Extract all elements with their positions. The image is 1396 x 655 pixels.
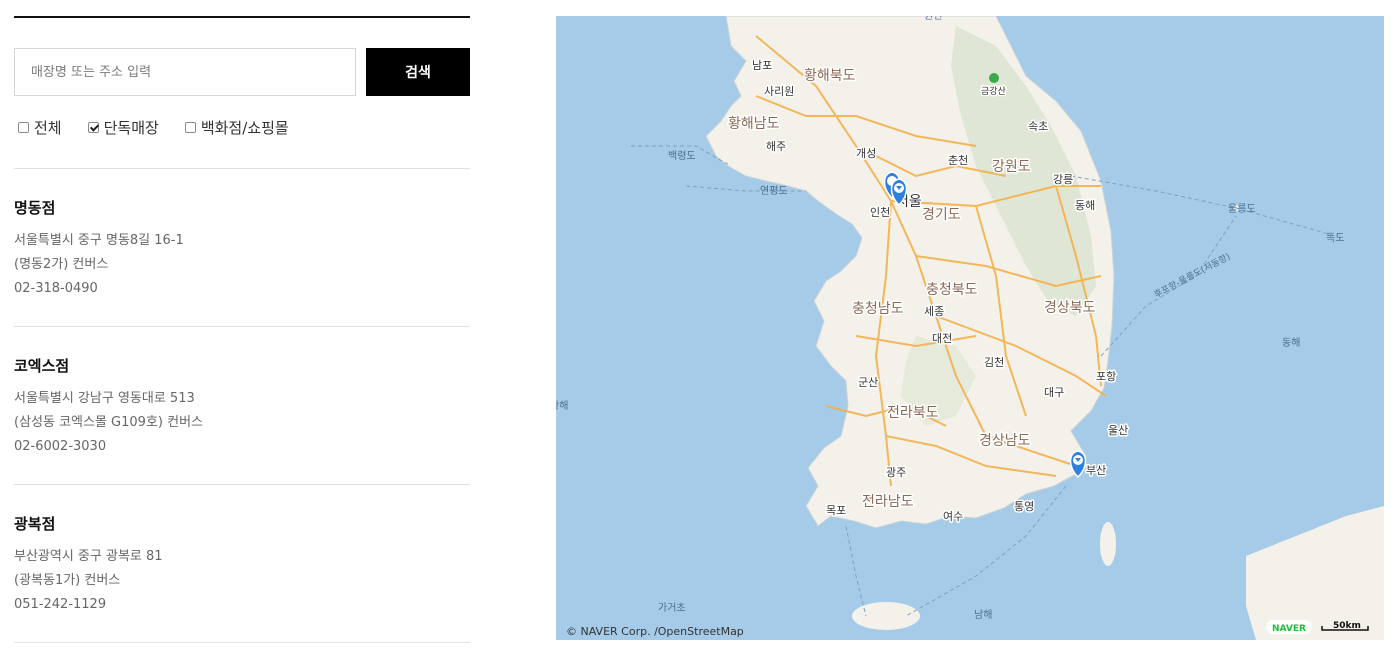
sea-label: 연평도 [760, 185, 788, 197]
city-label: 대구 [1044, 386, 1064, 399]
sea-label: 백령도 [668, 150, 696, 162]
city-label: 울산 [1108, 424, 1128, 437]
city-label: 춘천 [948, 153, 968, 167]
city-label: 통영 [1014, 500, 1034, 513]
filter-standalone-label: 단독매장 [103, 118, 159, 137]
checkbox-department[interactable] [184, 121, 196, 133]
sea-label: 동해 [1282, 336, 1300, 349]
list-divider [14, 484, 470, 485]
store-map[interactable]: 황해북도 황해남도 강원도 경기도 충청북도 충청남도 경상북도 전라북도 경상… [556, 16, 1384, 640]
city-label: 속초 [1028, 120, 1048, 133]
store-address: 서울특별시 중구 명동8길 16-1 [14, 233, 184, 248]
sea-label: 울릉도 [1228, 203, 1256, 215]
list-divider [14, 642, 470, 643]
province-label: 황해남도 [728, 116, 780, 132]
filter-group: 전체 단독매장 백화점/쇼핑몰 [18, 116, 315, 138]
filter-standalone[interactable]: 단독매장 [87, 117, 159, 138]
city-label: 목포 [826, 504, 846, 517]
store-address: 부산광역시 중구 광복로 81 [14, 549, 163, 564]
map-copyright: © NAVER Corp. /OpenStreetMap [566, 625, 744, 638]
sea-label: 황해 [556, 399, 568, 412]
sea-label: 가거초 [658, 602, 686, 614]
store-address: 서울특별시 강남구 영동대로 513 [14, 391, 195, 406]
checkbox-all[interactable] [18, 121, 29, 133]
city-label: 인천 [870, 205, 890, 219]
filter-all-label: 전체 [34, 118, 62, 137]
store-phone: 02-318-0490 [14, 281, 98, 296]
store-item-myeongdong[interactable]: 명동점 서울특별시 중구 명동8길 16-1 (명동2가) 컨버스 02-318… [14, 197, 470, 301]
search-input[interactable] [14, 48, 356, 96]
store-detail: (삼성동 코엑스몰 G109호) 컨버스 [14, 415, 203, 430]
sea-label: 남해 [974, 608, 992, 621]
filter-department[interactable]: 백화점/쇼핑몰 [184, 117, 289, 138]
store-name: 명동점 [14, 199, 56, 217]
city-label: 여수 [943, 510, 963, 523]
province-label: 전라북도 [887, 405, 939, 421]
geoje-island [1100, 522, 1116, 566]
province-label: 경기도 [922, 207, 961, 223]
store-detail: (명동2가) 컨버스 [14, 257, 109, 272]
province-label: 충청남도 [852, 301, 904, 317]
naver-logo: NAVER [1272, 624, 1306, 634]
city-label: 광주 [886, 466, 906, 479]
filter-department-label: 백화점/쇼핑몰 [200, 118, 289, 137]
store-phone: 02-6002-3030 [14, 439, 107, 454]
top-divider [14, 16, 470, 18]
map-canvas[interactable]: 황해북도 황해남도 강원도 경기도 충청북도 충청남도 경상북도 전라북도 경상… [556, 16, 1384, 640]
store-item-coex[interactable]: 코엑스점 서울특별시 강남구 영동대로 513 (삼성동 코엑스몰 G109호)… [14, 355, 470, 459]
store-phone: 051-242-1129 [14, 597, 107, 612]
list-divider [14, 168, 470, 169]
city-label: 김천 [984, 355, 1004, 369]
scale-label: 50km [1333, 621, 1361, 631]
sea-label: 권현 [924, 16, 942, 22]
city-label: 강릉 [1053, 173, 1073, 186]
province-label: 경상북도 [1044, 300, 1096, 316]
store-detail: (광복동1가) 컨버스 [14, 573, 121, 588]
store-name: 코엑스점 [14, 357, 70, 375]
sea-label: 독도 [1326, 232, 1344, 244]
city-label: 금강산 [981, 86, 1006, 97]
jeju-island [852, 602, 920, 630]
list-divider [14, 326, 470, 327]
city-label: 세종 [924, 305, 944, 318]
city-label: 포항 [1096, 370, 1116, 383]
city-label: 해주 [766, 139, 786, 153]
city-label: 개성 [856, 147, 876, 160]
city-label: 사리원 [764, 85, 794, 98]
checkbox-standalone[interactable] [87, 121, 99, 133]
province-label: 경상남도 [979, 433, 1031, 449]
province-label: 강원도 [992, 159, 1031, 175]
search-bar: 검색 [14, 48, 470, 96]
city-label: 동해 [1075, 198, 1095, 212]
store-item-gwangbok[interactable]: 광복점 부산광역시 중구 광복로 81 (광복동1가) 컨버스 051-242-… [14, 513, 470, 617]
province-label: 전라남도 [862, 494, 914, 510]
filter-all[interactable]: 전체 [18, 117, 62, 138]
city-label: 부산 [1086, 464, 1106, 477]
search-button[interactable]: 검색 [366, 48, 470, 96]
city-label: 남포 [752, 59, 772, 72]
city-label: 대전 [932, 332, 952, 345]
province-label: 충청북도 [926, 282, 978, 298]
store-name: 광복점 [14, 515, 56, 533]
city-label: 군산 [858, 376, 878, 389]
mountain-icon [989, 73, 999, 83]
province-label: 황해북도 [804, 68, 856, 84]
